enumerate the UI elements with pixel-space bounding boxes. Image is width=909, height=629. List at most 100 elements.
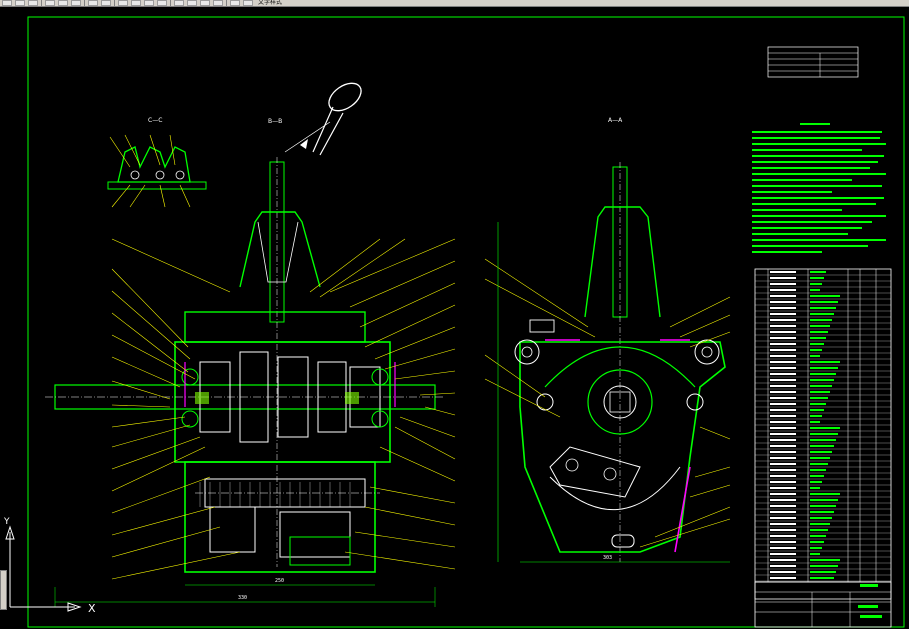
view-label-aa: A—A [608, 117, 623, 124]
parts-row-code [770, 385, 796, 387]
parts-row-code [770, 571, 796, 573]
parts-row-code [770, 463, 796, 465]
parts-row-text [810, 403, 826, 405]
parts-row-text [810, 325, 830, 327]
parts-row-code [770, 397, 796, 399]
parts-row-code [770, 271, 796, 273]
design-center-icon[interactable] [187, 0, 197, 6]
parts-row-text [810, 331, 828, 333]
calculator-icon[interactable] [213, 0, 223, 6]
parts-row-code [770, 349, 796, 351]
parts-row-code [770, 313, 796, 315]
dim-bottom-left: 330 [238, 595, 247, 601]
parts-row-code [770, 301, 796, 303]
toolbar-separator [170, 0, 171, 6]
parts-row-text [810, 439, 836, 441]
parts-row-code [770, 499, 796, 501]
parts-row-text [810, 571, 836, 573]
section-bb-view: 330 250 [45, 157, 456, 607]
redo-icon[interactable] [101, 0, 111, 6]
parts-row-text [810, 457, 830, 459]
parts-row-text [810, 337, 826, 339]
parts-row-code [770, 445, 796, 447]
parts-row-text [810, 565, 838, 567]
parts-row-text [810, 319, 832, 321]
parts-row-text [810, 499, 838, 501]
tool-palette-icon[interactable] [200, 0, 210, 6]
layer-icon[interactable] [230, 0, 240, 6]
parts-row-text [810, 271, 826, 273]
parts-row-code [770, 529, 796, 531]
parts-row-code [770, 565, 796, 567]
new-icon[interactable] [2, 0, 12, 6]
properties-icon[interactable] [174, 0, 184, 6]
parts-row-text [810, 409, 824, 411]
toolbar-separator [114, 0, 115, 6]
ucs-y-label: Y [3, 517, 10, 527]
paste-icon[interactable] [71, 0, 81, 6]
zoom-icon[interactable] [131, 0, 141, 6]
parts-row-code [770, 517, 796, 519]
parts-row-text [810, 541, 824, 543]
parts-row-code [770, 439, 796, 441]
dim-bottom-right: 303 [603, 555, 612, 561]
parts-row-code [770, 541, 796, 543]
parts-row-code [770, 355, 796, 357]
open-icon[interactable] [15, 0, 25, 6]
save-icon[interactable] [28, 0, 38, 6]
parts-row-code [770, 493, 796, 495]
view-label-cc: C—C [148, 117, 162, 124]
parts-row-code [770, 337, 796, 339]
parts-row-code [770, 295, 796, 297]
parts-row-text [810, 445, 834, 447]
zoom-previous-icon[interactable] [157, 0, 167, 6]
parts-row-text [810, 397, 828, 399]
parts-row-text [810, 289, 820, 291]
undo-icon[interactable] [88, 0, 98, 6]
parts-row-text [810, 511, 834, 513]
cut-icon[interactable] [45, 0, 55, 6]
parts-row-code [770, 535, 796, 537]
parts-row-text [810, 343, 824, 345]
parts-row-code [770, 319, 796, 321]
parts-row-code [770, 409, 796, 411]
copy-icon[interactable] [58, 0, 68, 6]
drawing-canvas[interactable]: C—C B—B 330 250 A—A 303 X Y [0, 7, 909, 629]
parts-row-text [810, 463, 828, 465]
parts-row-text [810, 313, 834, 315]
parts-row-code [770, 415, 796, 417]
parts-row-text [810, 283, 822, 285]
parts-row-text [810, 523, 830, 525]
parts-row-code [770, 421, 796, 423]
toolbar-separator [226, 0, 227, 6]
layer-state-icon[interactable] [243, 0, 253, 6]
parts-row-code [770, 373, 796, 375]
parts-row-code [770, 469, 796, 471]
toolbar-separator [84, 0, 85, 6]
parts-row-code [770, 577, 796, 579]
parts-row-text [810, 517, 832, 519]
parts-row-code [770, 559, 796, 561]
parts-row-code [770, 523, 796, 525]
parts-row-text [810, 391, 830, 393]
title-block [754, 581, 892, 628]
parts-row-code [770, 403, 796, 405]
parts-row-text [810, 355, 820, 357]
parts-row-text [810, 505, 836, 507]
parts-row-text [810, 535, 826, 537]
parts-row-code [770, 379, 796, 381]
parts-row-text [810, 301, 838, 303]
parts-row-code [770, 331, 796, 333]
zoom-window-icon[interactable] [144, 0, 154, 6]
parts-row-text [810, 415, 822, 417]
parts-row-code [770, 481, 796, 483]
pan-icon[interactable] [118, 0, 128, 6]
view-label-bb: B—B [268, 118, 282, 125]
dim-bottom-mid: 250 [275, 578, 284, 584]
parts-row-text [810, 577, 834, 579]
parts-row-text [810, 451, 832, 453]
section-aa-view: A—A 303 [484, 117, 731, 563]
parts-row-code [770, 367, 796, 369]
shift-knob: B—B [268, 82, 362, 156]
text-style-label[interactable]: 文字样式 [258, 0, 282, 6]
